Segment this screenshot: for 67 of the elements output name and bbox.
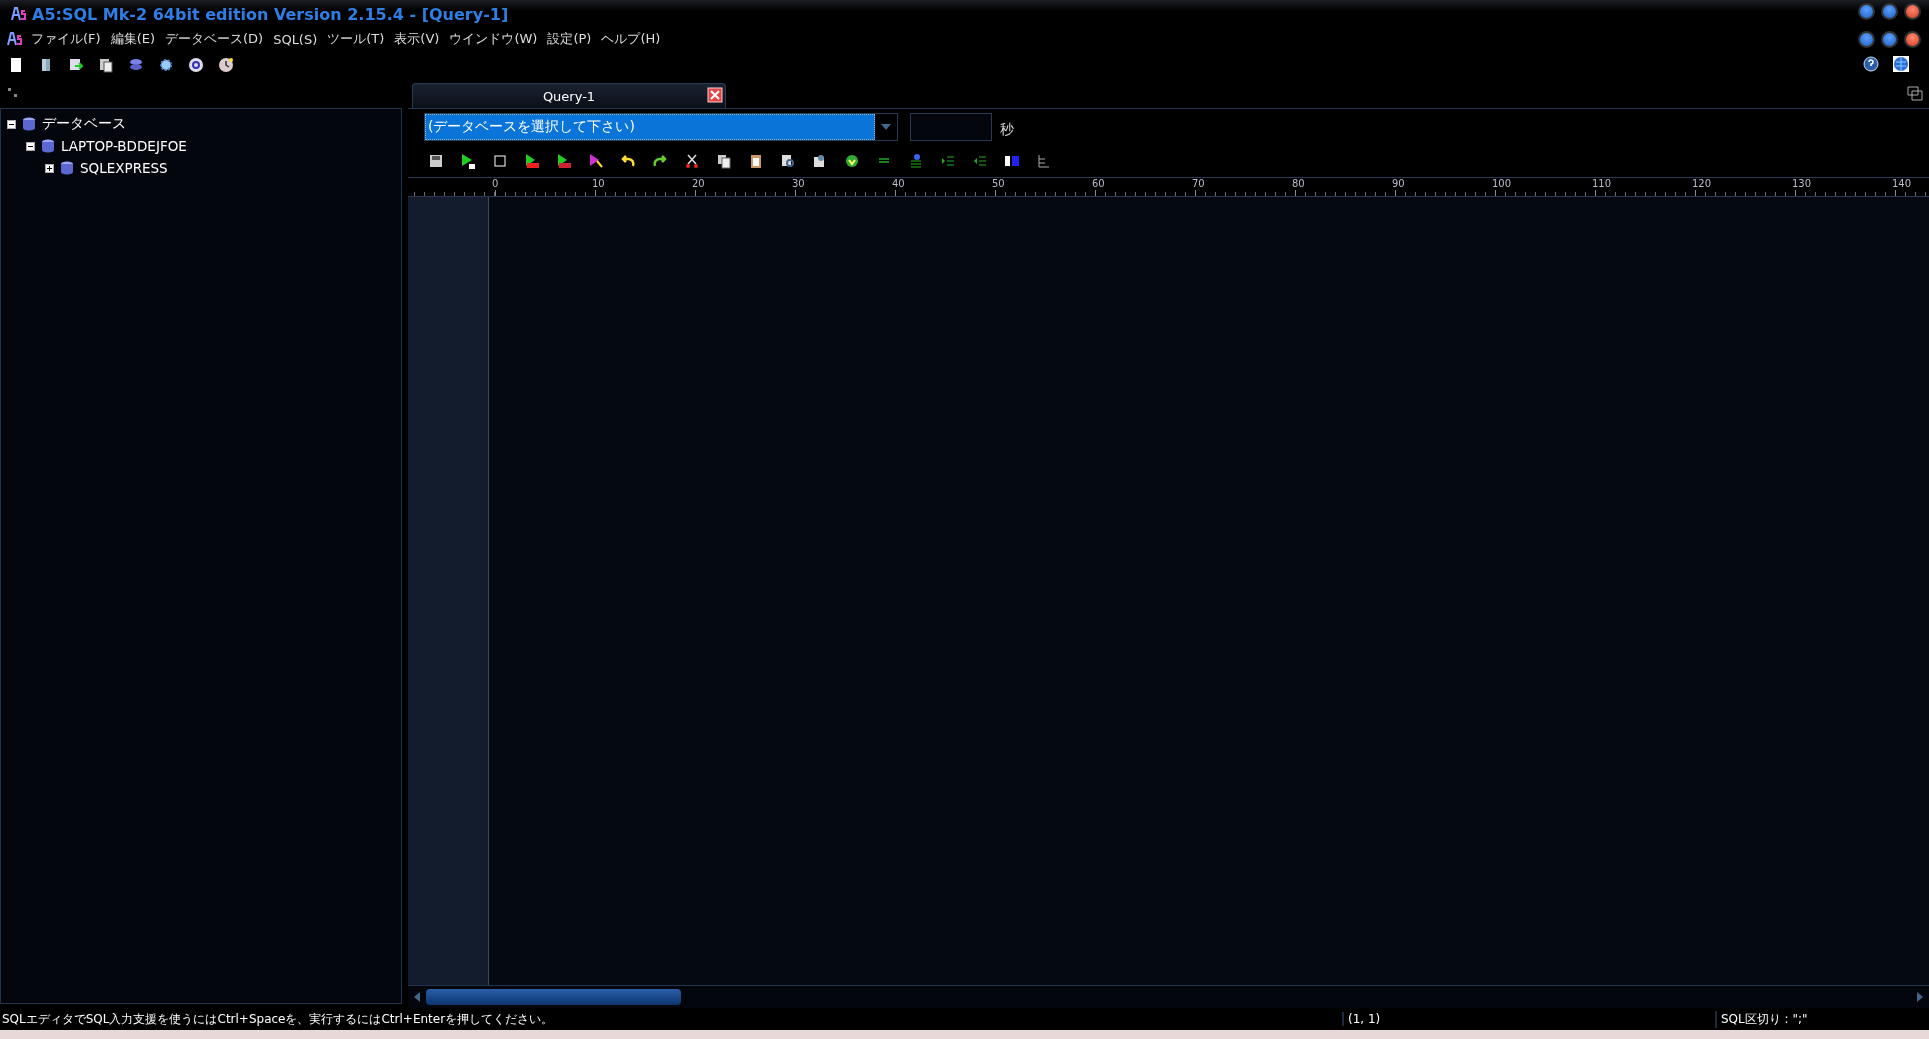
caret-icon — [881, 124, 891, 130]
format-icon[interactable] — [908, 153, 924, 169]
window-title: A5:SQL Mk-2 64bit edition Version 2.15.4 - [Query-1] — [32, 4, 509, 24]
database-icon[interactable] — [59, 160, 75, 176]
menu-item[interactable]: SQL(S) — [272, 31, 319, 47]
scroll-left-icon[interactable] — [414, 992, 420, 1002]
scrollbar-thumb[interactable] — [426, 989, 681, 1005]
database-icon[interactable] — [21, 116, 37, 132]
database-stack-icon[interactable] — [128, 57, 144, 73]
menu-item[interactable]: ヘルプ(H) — [600, 30, 662, 48]
copy-icon[interactable] — [716, 153, 732, 169]
menu-item[interactable]: 表示(V) — [393, 30, 441, 48]
status-message: SQLエディタでSQL入力支援を使うにはCtrl+Spaceを、実行するにはCtrl+Enterを押してください。 — [1, 1010, 555, 1028]
database-icon[interactable] — [40, 138, 56, 154]
close-button[interactable] — [1904, 31, 1921, 48]
app-logo-icon — [10, 6, 26, 22]
tree-item[interactable]: SQLEXPRESS — [80, 160, 168, 176]
document-copy-icon[interactable] — [98, 57, 114, 73]
menu-item[interactable]: 編集(E) — [109, 30, 156, 48]
cut-icon[interactable] — [684, 153, 700, 169]
menu-item[interactable]: ファイル(F) — [30, 30, 102, 48]
menu-item[interactable]: データベース(D) — [164, 30, 265, 48]
run-export-icon[interactable] — [524, 153, 540, 169]
menu-item[interactable]: 設定(P) — [546, 30, 593, 48]
database-dropdown[interactable]: (データベースを選択して下さい) — [424, 113, 898, 141]
seconds-label: 秒 — [1000, 121, 1014, 139]
outdent-icon[interactable] — [972, 153, 988, 169]
close-button[interactable] — [1904, 3, 1921, 20]
run-icon[interactable] — [460, 153, 476, 169]
column-select-icon[interactable] — [1004, 153, 1020, 169]
undo-icon[interactable] — [620, 153, 636, 169]
column-ruler: 0 10 20 30 40 50 60 70 80 90 100 110 120 130 140 — [408, 177, 1929, 197]
maximize-button[interactable] — [1881, 31, 1898, 48]
indent-icon[interactable] — [940, 153, 956, 169]
tree-toggle[interactable] — [45, 163, 54, 173]
paste-icon[interactable] — [748, 153, 764, 169]
horizontal-scrollbar[interactable] — [408, 985, 1929, 1008]
clock-icon[interactable] — [218, 57, 234, 73]
timer-field[interactable] — [910, 113, 992, 141]
minimize-button[interactable] — [1858, 31, 1875, 48]
new-file-icon[interactable] — [8, 57, 24, 73]
redo-icon[interactable] — [652, 153, 668, 169]
run-csv-icon[interactable] — [556, 153, 572, 169]
help-icon[interactable] — [1863, 56, 1879, 72]
stop-icon[interactable] — [492, 153, 508, 169]
cursor-position: (1, 1) — [1342, 1012, 1528, 1026]
menu-item[interactable]: ウインドウ(W) — [448, 30, 539, 48]
scroll-right-icon[interactable] — [1917, 992, 1923, 1002]
gear-icon[interactable] — [158, 57, 174, 73]
menu-item[interactable]: ツール(T) — [326, 30, 386, 48]
close-tab-icon[interactable] — [707, 87, 723, 103]
maximize-button[interactable] — [1881, 3, 1898, 20]
tree-item[interactable]: データベース — [42, 115, 126, 133]
minimize-button[interactable] — [1858, 3, 1875, 20]
query-tab[interactable]: Query-1 — [412, 83, 726, 108]
run-clear-icon[interactable] — [588, 153, 604, 169]
document-logo-icon — [6, 31, 22, 47]
tree-item[interactable]: LAPTOP-BDDEJFOE — [61, 138, 187, 154]
save-icon[interactable] — [428, 153, 444, 169]
table-export-icon[interactable] — [68, 57, 84, 73]
cascade-windows-icon[interactable] — [1907, 86, 1923, 102]
tree-icon[interactable] — [1036, 153, 1052, 169]
tree-toggle[interactable] — [26, 141, 35, 151]
sql-delimiter: SQL区切り : ";" — [1715, 1010, 1808, 1028]
globe-icon[interactable] — [1893, 56, 1909, 72]
tree-toggle[interactable] — [7, 119, 16, 129]
find-icon[interactable] — [780, 153, 796, 169]
